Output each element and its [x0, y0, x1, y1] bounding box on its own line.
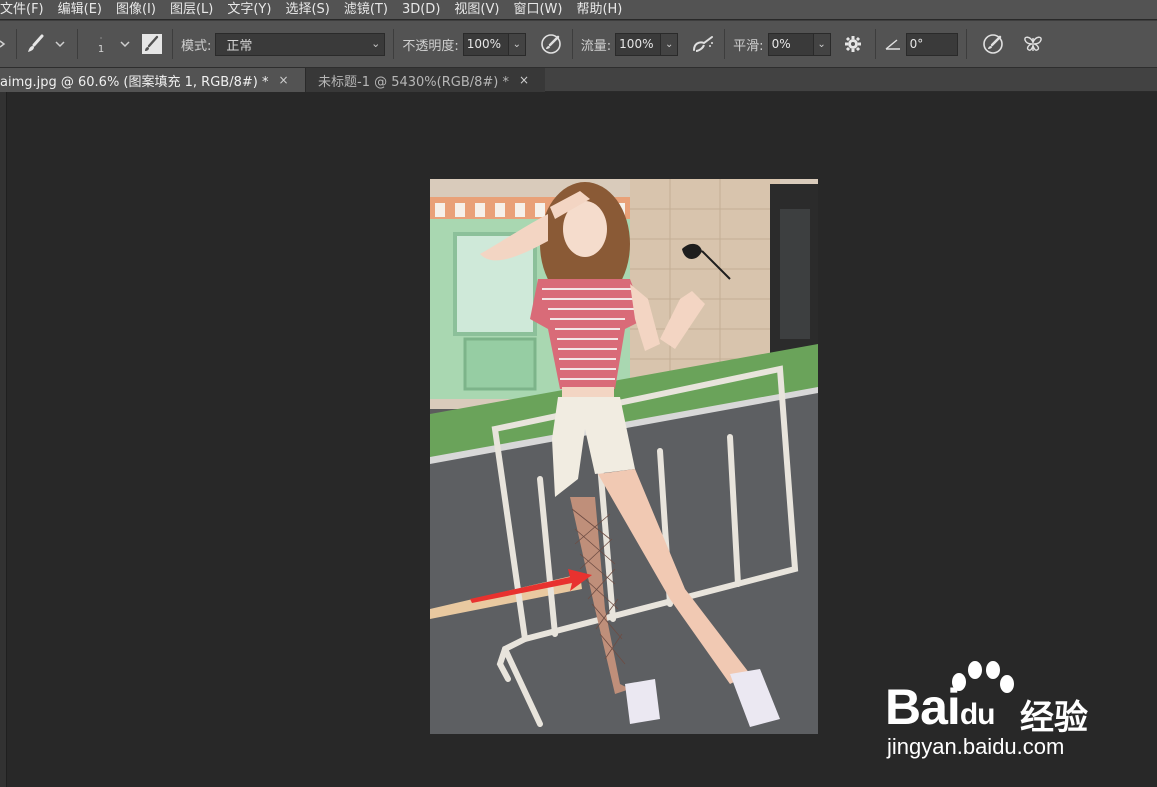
divider	[77, 29, 78, 59]
menu-window[interactable]: 窗口(W)	[506, 0, 569, 19]
tab-aimg-label: aimg.jpg @ 60.6% (图案填充 1, RGB/8#) *	[0, 74, 269, 90]
menu-bar: 文件(F) 编辑(E) 图像(I) 图层(L) 文字(Y) 选择(S) 滤镜(T…	[0, 0, 1157, 19]
watermark-brand-du: du	[959, 698, 996, 731]
tool-preset-chevron-icon[interactable]	[0, 39, 8, 49]
brush-preset-chevron-icon[interactable]	[51, 40, 69, 48]
mode-label: 模式:	[181, 38, 212, 54]
tab-untitled-1[interactable]: 未标题-1 @ 5430%(RGB/8#) * ×	[305, 68, 545, 92]
watermark-brand: Baidu	[885, 678, 996, 736]
document-canvas[interactable]	[430, 179, 818, 734]
smoothing-input[interactable]: 0%	[767, 32, 814, 56]
angle-icon	[884, 38, 902, 50]
menu-filter[interactable]: 滤镜(T)	[337, 0, 395, 19]
menu-3d[interactable]: 3D(D)	[395, 0, 447, 19]
brush-dot-icon: ·	[99, 34, 103, 43]
menu-layer[interactable]: 图层(L)	[163, 0, 220, 19]
divider	[965, 29, 967, 59]
close-icon[interactable]: ×	[519, 73, 529, 87]
flow-slider-chevron-icon[interactable]: ⌄	[661, 32, 679, 56]
mode-value: 正常	[226, 38, 253, 54]
symmetry-butterfly-icon[interactable]	[1019, 34, 1047, 54]
brush-size-chevron-icon[interactable]	[116, 40, 134, 48]
divider	[16, 29, 17, 59]
menu-edit[interactable]: 编辑(E)	[51, 0, 109, 19]
airbrush-icon[interactable]	[690, 34, 716, 54]
tab-aimg[interactable]: aimg.jpg @ 60.6% (图案填充 1, RGB/8#) * ×	[0, 68, 305, 92]
watermark-url: jingyan.baidu.com	[887, 734, 1065, 759]
divider	[172, 29, 173, 59]
menu-file[interactable]: 文件(F)	[0, 0, 51, 19]
menu-select[interactable]: 选择(S)	[278, 0, 336, 19]
toolbar-panel-edge	[0, 92, 7, 787]
options-bar: · 1 模式: 正常 ⌄ 不透明度: 100% ⌄ 流量: 100% ⌄ 平滑:…	[0, 20, 1157, 68]
opacity-slider-chevron-icon[interactable]: ⌄	[508, 32, 526, 56]
gear-icon[interactable]	[839, 34, 867, 54]
pressure-opacity-icon[interactable]	[538, 33, 564, 55]
tab-untitled-1-label: 未标题-1 @ 5430%(RGB/8#) *	[318, 74, 510, 90]
watermark-jingyan-text: 经验	[1020, 698, 1088, 738]
opacity-input[interactable]: 100%	[462, 32, 509, 56]
chevron-down-icon: ⌄	[371, 36, 381, 50]
divider	[393, 29, 395, 59]
angle-input[interactable]: 0°	[905, 32, 958, 56]
menu-image[interactable]: 图像(I)	[109, 0, 163, 19]
flow-input[interactable]: 100%	[615, 32, 662, 56]
baidu-jingyan-watermark: Baidu 经验 jingyan.baidu.com	[885, 660, 1115, 770]
menu-type[interactable]: 文字(Y)	[220, 0, 278, 19]
pressure-size-icon[interactable]	[979, 33, 1007, 55]
watermark-brand-bai: Bai	[885, 679, 961, 735]
divider	[874, 29, 876, 59]
divider	[724, 29, 726, 59]
brush-size-value: 1	[97, 44, 105, 55]
menu-help[interactable]: 帮助(H)	[569, 0, 629, 19]
smoothing-slider-chevron-icon[interactable]: ⌄	[813, 32, 831, 56]
flow-label: 流量:	[580, 38, 612, 54]
brush-settings-panel-icon[interactable]	[140, 33, 164, 55]
brush-tool-icon[interactable]	[25, 33, 47, 55]
brush-size-preview[interactable]: · 1	[90, 33, 112, 55]
opacity-label: 不透明度:	[402, 38, 459, 54]
close-icon[interactable]: ×	[278, 73, 288, 87]
divider	[571, 29, 573, 59]
photo-illustration	[430, 179, 818, 734]
mode-select[interactable]: 正常 ⌄	[215, 32, 386, 56]
smoothing-label: 平滑:	[733, 38, 764, 54]
document-tab-bar: aimg.jpg @ 60.6% (图案填充 1, RGB/8#) * × 未标…	[0, 68, 1157, 92]
menu-view[interactable]: 视图(V)	[447, 0, 506, 19]
